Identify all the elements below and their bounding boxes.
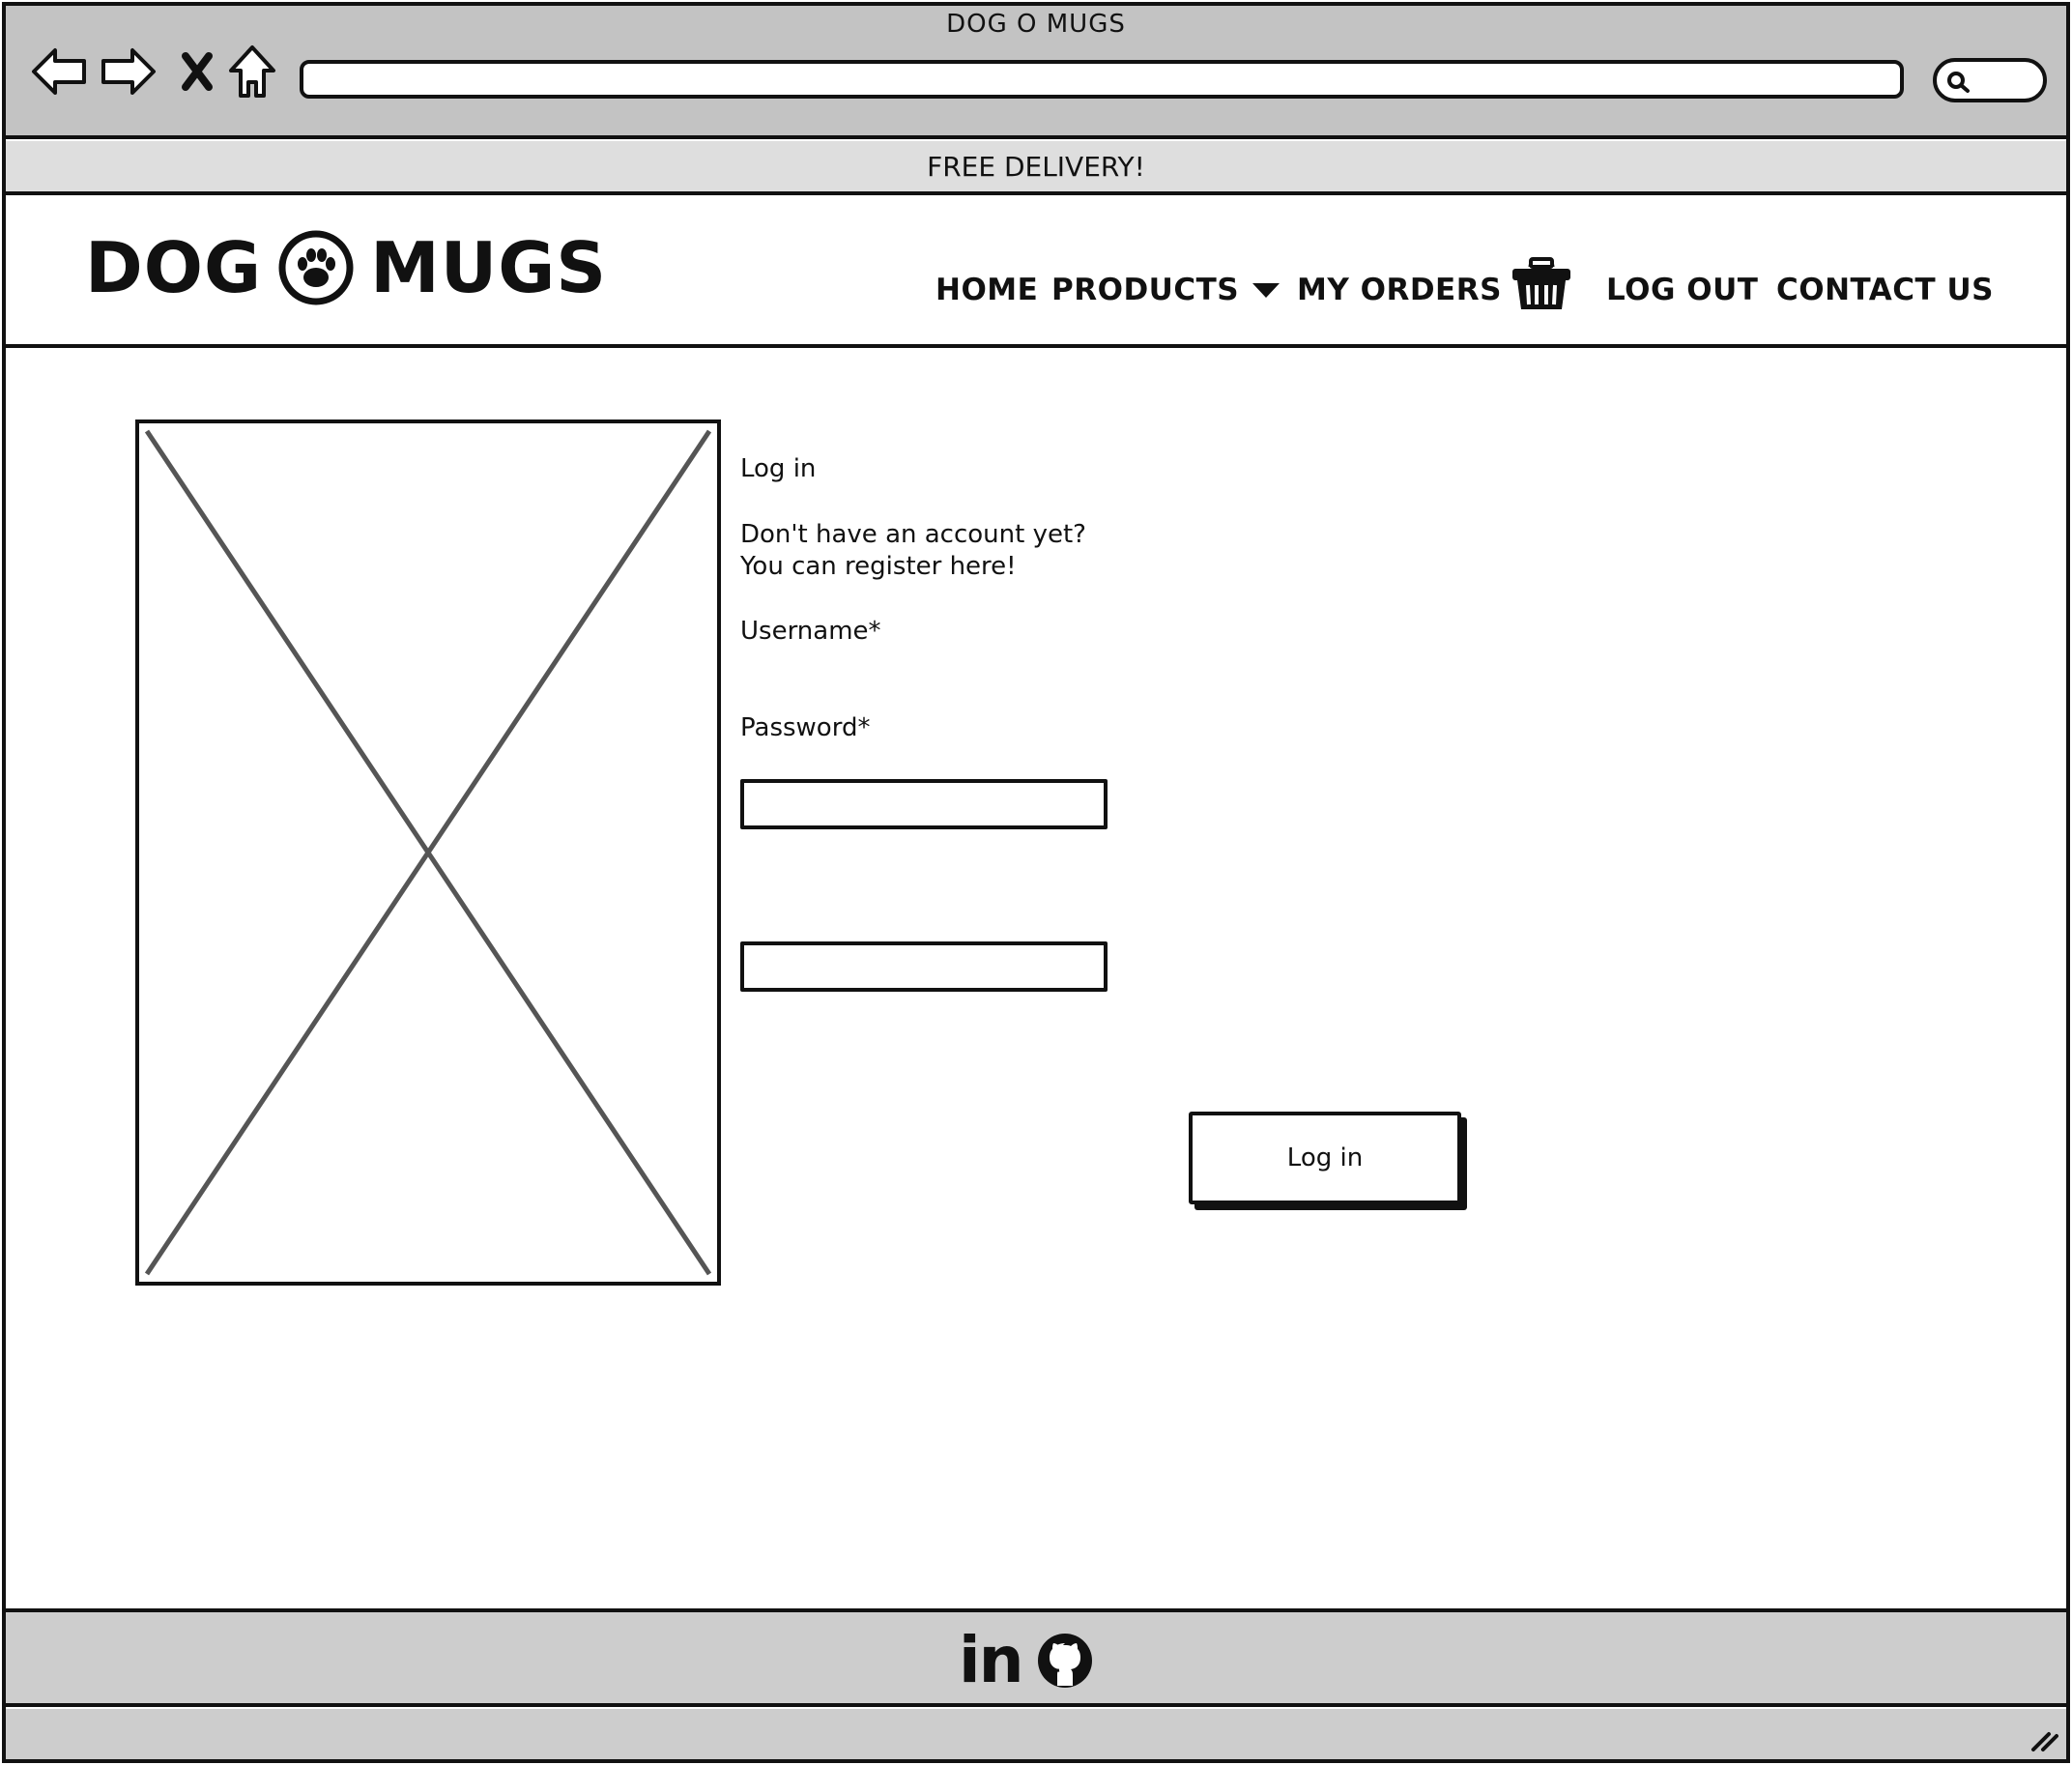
nav-products-label: PRODUCTS [1051, 273, 1240, 307]
address-bar[interactable] [300, 60, 1904, 99]
browser-statusbar [6, 1709, 2066, 1759]
register-prompt: Don't have an account yet? [740, 520, 1086, 549]
nav-products[interactable]: PRODUCTS [1051, 273, 1281, 307]
nav-home[interactable]: HOME [935, 273, 1038, 307]
forward-arrow-icon[interactable] [99, 44, 158, 99]
linkedin-icon[interactable]: in [959, 1623, 1024, 1697]
window-title: DOG O MUGS [946, 10, 1126, 39]
nav-contact-us[interactable]: CONTACT US [1776, 273, 1994, 307]
username-input[interactable] [740, 779, 1108, 829]
linkedin-text: in [959, 1622, 1024, 1697]
password-input[interactable] [740, 941, 1108, 992]
login-heading: Log in [740, 454, 817, 483]
resize-handle-icon[interactable] [2028, 1724, 2058, 1753]
logo-text-right: MUGS [370, 227, 608, 308]
nav-my-orders[interactable]: MY ORDERS [1297, 273, 1502, 307]
register-link[interactable]: You can register here! [740, 552, 1017, 581]
paw-icon [278, 230, 354, 305]
logo-text-left: DOG [85, 227, 263, 308]
image-placeholder [135, 420, 721, 1286]
promo-banner: FREE DELIVERY! [6, 141, 2066, 195]
search-icon [1947, 72, 1970, 93]
username-label: Username* [740, 617, 881, 646]
basket-icon[interactable] [1510, 253, 1573, 313]
site-logo[interactable]: DOG MUGS [85, 224, 607, 311]
search-button[interactable] [1933, 58, 2047, 102]
nav-log-out[interactable]: LOG OUT [1606, 273, 1758, 307]
password-label: Password* [740, 713, 871, 742]
image-placeholder-cross [144, 429, 712, 1276]
login-button[interactable]: Log in [1189, 1112, 1461, 1204]
github-icon[interactable] [1036, 1632, 1094, 1690]
home-icon[interactable] [226, 43, 278, 101]
close-icon[interactable] [176, 48, 218, 95]
back-arrow-icon[interactable] [29, 44, 89, 99]
chevron-down-icon [1252, 283, 1281, 298]
